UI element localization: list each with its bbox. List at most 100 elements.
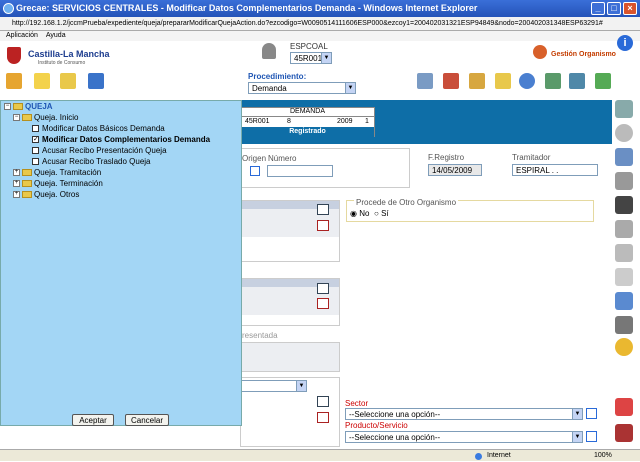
demanda-code: 45R001 [245, 118, 270, 125]
minimize-button[interactable]: _ [591, 2, 605, 15]
books-icon[interactable] [615, 148, 633, 166]
info-icon[interactable]: i [617, 35, 633, 51]
logo-subtitle: Instituto de Consumo [38, 60, 86, 66]
gestion-organismo-link[interactable]: Gestión Organismo [551, 51, 616, 58]
expand-icon[interactable]: + [13, 180, 20, 188]
tree-tramitacion[interactable]: + Queja. Tramitación [13, 168, 101, 178]
add-icon[interactable] [317, 204, 329, 215]
toolbar-tools2-icon[interactable] [569, 73, 585, 89]
toolbar-diamond-icon[interactable] [495, 73, 511, 89]
list-select[interactable]: ▼ [241, 380, 307, 392]
sector-value: --Seleccione una opción-- [349, 410, 441, 419]
tree-item[interactable]: ✓ Modificar Datos Complementarios Demanda [32, 135, 210, 145]
ie-icon [3, 3, 14, 14]
chevron-down-icon: ▼ [345, 83, 355, 93]
collapse-icon[interactable]: − [13, 114, 20, 122]
radio-no[interactable]: ◉ No [350, 209, 369, 218]
presentada-label: resentada [242, 331, 278, 340]
toolbar-hand-icon[interactable] [34, 73, 50, 89]
zoom-icon[interactable] [615, 100, 633, 118]
checkbox[interactable] [32, 158, 39, 166]
tree-otros[interactable]: + Queja. Otros [13, 190, 79, 200]
tree-item[interactable]: Acusar Recibo Presentación Queja [32, 146, 167, 156]
folder-icon [22, 191, 32, 199]
sector-select[interactable]: --Seleccione una opción-- ▼ [345, 408, 583, 420]
fregistro-field: 14/05/2009 [428, 164, 482, 176]
procedimiento-label: Procedimiento: [248, 72, 307, 81]
exit-icon[interactable] [615, 424, 633, 442]
clipboard-icon[interactable] [615, 268, 633, 286]
toolbar-books-icon[interactable] [443, 73, 459, 89]
remove-icon[interactable] [317, 298, 329, 309]
tramitador-field: ESPIRAL . . [512, 164, 598, 176]
espcoal-value: 45R001 [294, 54, 323, 63]
paste-icon[interactable] [615, 244, 633, 262]
producto-select[interactable]: --Seleccione una opción-- ▼ [345, 431, 583, 443]
expand-icon[interactable]: + [13, 191, 20, 199]
address-bar[interactable]: http://192.168.1.2/jccmPrueba/expediente… [0, 17, 640, 31]
tools-icon[interactable] [615, 398, 633, 416]
radio-si[interactable]: ○ Sí [374, 209, 389, 218]
settings-icon[interactable] [615, 338, 633, 356]
print-icon[interactable] [615, 172, 633, 190]
document-icon[interactable] [615, 292, 633, 310]
window-titlebar: Grecae: SERVICIOS CENTRALES - Modificar … [0, 0, 640, 17]
presentada-area[interactable] [240, 342, 340, 372]
organismo-icon[interactable] [533, 45, 547, 59]
search-icon[interactable] [586, 408, 597, 419]
toolbar-tools-icon[interactable] [6, 73, 22, 89]
toolbar-cabinet-icon[interactable] [469, 73, 485, 89]
save-icon[interactable] [615, 196, 633, 214]
checkbox[interactable] [32, 125, 39, 133]
tree-item[interactable]: Modificar Datos Básicos Demanda [32, 124, 165, 134]
folder-icon [22, 180, 32, 188]
tree-item[interactable]: Acusar Recibo Traslado Queja [32, 157, 151, 167]
checkbox-checked[interactable]: ✓ [32, 136, 39, 144]
remove-icon[interactable] [317, 412, 329, 423]
window-title: Grecae: SERVICIOS CENTRALES - Modificar … [16, 3, 478, 13]
remove-icon[interactable] [317, 220, 329, 231]
toolbar-folder-icon[interactable] [60, 73, 76, 89]
menu-aplicacion[interactable]: Aplicación [6, 32, 38, 39]
add-icon[interactable] [317, 283, 329, 294]
demanda-status: Registrado [241, 127, 374, 137]
procedimiento-value: Demanda [252, 84, 287, 93]
numero-input[interactable] [267, 165, 333, 177]
radio-no-label: No [359, 209, 370, 218]
collapse-icon[interactable]: − [4, 103, 11, 111]
zone-text: Internet [487, 452, 511, 459]
tree-inicio[interactable]: − Queja. Inicio [13, 113, 78, 123]
producto-value: --Seleccione una opción-- [349, 433, 441, 442]
tree-inicio-label: Queja. Inicio [34, 113, 79, 122]
add-icon[interactable] [317, 396, 329, 407]
producto-label: Producto/Servicio [345, 421, 408, 430]
menu-ayuda[interactable]: Ayuda [46, 32, 66, 39]
copy-icon[interactable] [615, 220, 633, 238]
url-text: http://192.168.1.2/jccmPrueba/expediente… [12, 20, 603, 27]
espcoal-select[interactable]: 45R001 ▼ [290, 52, 332, 64]
maximize-button[interactable]: □ [607, 2, 621, 15]
cancel-button[interactable]: Cancelar [125, 414, 169, 426]
tree-root[interactable]: − QUEJA [4, 102, 53, 112]
search-icon[interactable] [250, 166, 260, 176]
toolbar-computer-icon[interactable] [88, 73, 104, 89]
user-icon [262, 43, 276, 59]
toolbar-laptop-icon[interactable] [417, 73, 433, 89]
accept-button[interactable]: Aceptar [72, 414, 114, 426]
expand-icon[interactable]: + [13, 169, 20, 177]
close-button[interactable]: × [623, 2, 637, 15]
back-icon[interactable] [615, 124, 633, 142]
printer-icon[interactable] [615, 316, 633, 334]
tree-terminacion[interactable]: + Queja. Terminación [13, 179, 103, 189]
toolbar-search-icon[interactable] [545, 73, 561, 89]
globe-icon [475, 453, 482, 460]
checkbox[interactable] [32, 147, 39, 155]
radio-si-label: Sí [381, 209, 389, 218]
logo-text: Castilla-La Mancha [28, 49, 110, 59]
procedimiento-select[interactable]: Demanda ▼ [248, 82, 356, 94]
tree-panel: − QUEJA − Queja. Inicio Modificar Datos Bá… [0, 100, 242, 426]
zoom-level[interactable]: 100% [594, 450, 612, 462]
toolbar-globe-icon[interactable] [519, 73, 535, 89]
search-icon[interactable] [586, 431, 597, 442]
toolbar-network-icon[interactable] [595, 73, 611, 89]
